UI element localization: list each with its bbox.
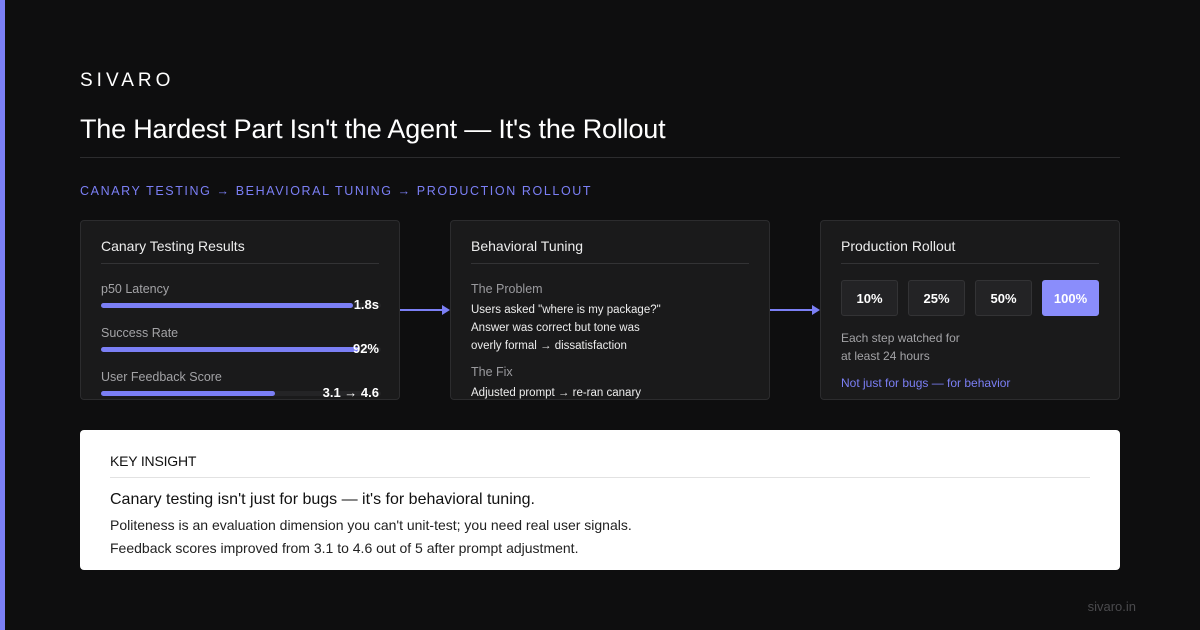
insight-divider — [110, 477, 1090, 478]
metric-bar-fill — [101, 303, 353, 308]
metric-label: Success Rate — [101, 326, 179, 340]
metric-bar-fill — [101, 391, 275, 396]
metric-success-rate: Success Rate 92% — [101, 326, 381, 356]
metric-label: User Feedback Score — [101, 370, 222, 384]
metric-bar-fill — [101, 347, 359, 352]
process-subtitle: CANARY TESTING → BEHAVIORAL TUNING → PRO… — [80, 184, 593, 198]
accent-bar — [0, 0, 5, 630]
insight-detail: Feedback scores improved from 3.1 to 4.6… — [110, 540, 579, 556]
key-insight-panel: KEY INSIGHT Canary testing isn't just fo… — [80, 430, 1120, 570]
card-title: Behavioral Tuning — [471, 238, 584, 254]
card-title: Production Rollout — [841, 238, 956, 254]
footer-url: sivaro.in — [1087, 599, 1136, 614]
problem-label: The Problem — [471, 282, 543, 296]
metric-bar — [101, 347, 381, 352]
title-divider — [80, 157, 1120, 158]
brand-logo: SIVARO — [80, 70, 175, 91]
behavioral-tuning-card: Behavioral Tuning The Problem Users aske… — [450, 220, 770, 400]
page-title: The Hardest Part Isn't the Agent — It's … — [80, 114, 666, 144]
insight-detail: Politeness is an evaluation dimension yo… — [110, 517, 632, 533]
rollout-step-25[interactable]: 25% — [908, 280, 965, 316]
card-divider — [841, 263, 1099, 264]
flow-arrow-icon — [400, 305, 450, 315]
metric-value: 3.1 → 4.6 — [322, 385, 379, 400]
insight-heading: KEY INSIGHT — [110, 453, 197, 469]
production-rollout-card: Production Rollout 10% 25% 50% 100% Each… — [820, 220, 1120, 400]
card-divider — [101, 263, 379, 264]
rollout-tagline: Not just for bugs — for behavior — [841, 376, 1011, 390]
card-title: Canary Testing Results — [101, 238, 245, 254]
metric-label: p50 Latency — [101, 282, 170, 296]
metric-value: 92% — [352, 341, 379, 356]
rollout-note-line: at least 24 hours — [841, 349, 930, 363]
metric-value: 1.8s — [353, 297, 379, 312]
metric-bar — [101, 303, 381, 308]
rollout-step-50[interactable]: 50% — [975, 280, 1032, 316]
metric-feedback-score: User Feedback Score 3.1 → 4.6 — [101, 370, 381, 400]
fix-text: Adjusted prompt → re-ran canary — [471, 384, 749, 402]
fix-line: Adjusted prompt → re-ran canary — [471, 387, 642, 399]
metric-latency: p50 Latency 1.8s — [101, 282, 381, 312]
canary-results-card: Canary Testing Results p50 Latency 1.8s … — [80, 220, 400, 400]
problem-line: Answer was correct but tone was — [471, 322, 640, 334]
problem-line: Users asked "where is my package?" — [471, 304, 661, 316]
flow-arrow-icon — [770, 305, 820, 315]
rollout-note: Each step watched for at least 24 hours — [841, 329, 1099, 365]
rollout-note-line: Each step watched for — [841, 331, 960, 345]
rollout-step-10[interactable]: 10% — [841, 280, 898, 316]
problem-line: overly formal → dissatisfaction — [471, 340, 627, 352]
rollout-step-100[interactable]: 100% — [1042, 280, 1099, 316]
problem-text: Users asked "where is my package?" Answe… — [471, 301, 749, 355]
insight-main-statement: Canary testing isn't just for bugs — it'… — [110, 491, 535, 508]
fix-label: The Fix — [471, 365, 513, 379]
rollout-steps: 10% 25% 50% 100% — [841, 280, 1099, 316]
card-divider — [471, 263, 749, 264]
